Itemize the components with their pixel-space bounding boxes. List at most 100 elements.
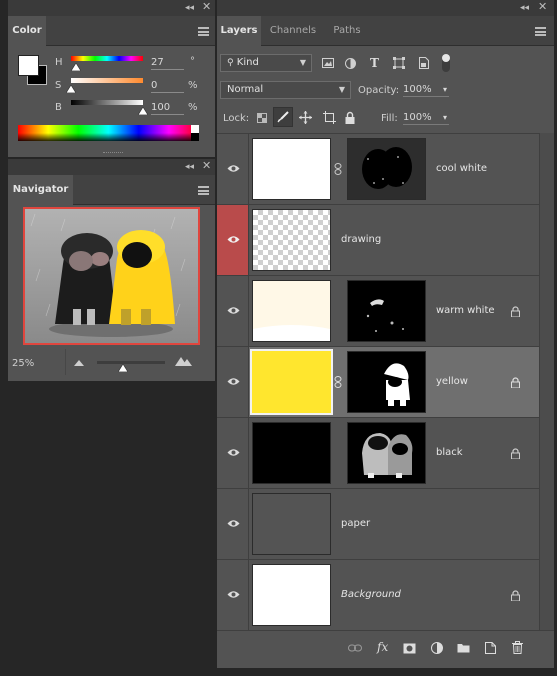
new-layer-icon[interactable] bbox=[485, 642, 496, 654]
color-spectrum-bar[interactable] bbox=[18, 125, 199, 141]
s-value-field[interactable]: 0 bbox=[151, 80, 184, 93]
visibility-toggle[interactable] bbox=[217, 205, 249, 275]
layer-thumbnail[interactable] bbox=[250, 349, 333, 415]
layer-row[interactable]: paper bbox=[217, 489, 539, 560]
layer-mask-thumbnail[interactable] bbox=[347, 351, 426, 413]
saturation-slider[interactable] bbox=[71, 78, 143, 83]
collapse-icon[interactable]: ◂◂ bbox=[520, 3, 529, 13]
visibility-toggle[interactable] bbox=[217, 134, 249, 204]
blend-mode-dropdown[interactable]: Normal ▼ bbox=[220, 81, 351, 99]
spectrum-white-swatch[interactable] bbox=[191, 125, 199, 133]
folder-icon[interactable] bbox=[457, 643, 470, 653]
hue-slider[interactable] bbox=[71, 56, 143, 61]
layer-row[interactable]: drawing bbox=[217, 205, 539, 276]
layer-name[interactable]: warm white bbox=[436, 305, 495, 316]
visibility-toggle[interactable] bbox=[217, 560, 249, 630]
layer-mask-thumbnail[interactable] bbox=[347, 138, 426, 200]
smart-object-filter-icon[interactable] bbox=[419, 57, 429, 69]
brightness-slider-handle[interactable] bbox=[138, 107, 148, 115]
eye-icon[interactable] bbox=[227, 306, 240, 315]
layer-name[interactable]: paper bbox=[341, 518, 370, 529]
foreground-color-swatch[interactable] bbox=[18, 55, 39, 76]
tab-paths[interactable]: Paths bbox=[325, 16, 369, 46]
layer-name[interactable]: Background bbox=[341, 589, 401, 600]
panel-menu-icon[interactable] bbox=[535, 27, 546, 36]
eye-icon[interactable] bbox=[227, 519, 240, 528]
layer-name[interactable]: black bbox=[436, 447, 463, 458]
panel-menu-icon[interactable] bbox=[198, 27, 209, 36]
panel-grip[interactable] bbox=[103, 152, 123, 155]
collapse-icon[interactable]: ◂◂ bbox=[185, 162, 194, 172]
zoom-slider-handle[interactable] bbox=[117, 364, 128, 372]
collapse-icon[interactable]: ◂◂ bbox=[185, 3, 194, 13]
link-icon[interactable] bbox=[334, 376, 342, 388]
tab-channels[interactable]: Channels bbox=[263, 16, 323, 46]
layer-filter-dropdown[interactable]: ⚲ Kind ▼ bbox=[220, 54, 312, 72]
layer-row[interactable]: black bbox=[217, 418, 539, 489]
lock-all-icon[interactable] bbox=[345, 111, 355, 124]
eye-icon[interactable] bbox=[227, 235, 240, 244]
adjustment-filter-icon[interactable] bbox=[345, 58, 356, 69]
close-icon[interactable]: ✕ bbox=[538, 1, 547, 12]
tab-color[interactable]: Color bbox=[8, 16, 46, 46]
eye-icon[interactable] bbox=[227, 164, 240, 173]
layer-row-selected[interactable]: yellow bbox=[217, 347, 539, 418]
eye-icon[interactable] bbox=[227, 377, 240, 386]
fill-field[interactable]: 100% ▾ bbox=[403, 112, 449, 125]
fx-icon[interactable]: fx bbox=[377, 640, 388, 654]
visibility-toggle[interactable] bbox=[217, 418, 249, 488]
spectrum-black-swatch[interactable] bbox=[191, 133, 199, 141]
saturation-slider-handle[interactable] bbox=[66, 85, 76, 93]
eye-icon[interactable] bbox=[227, 590, 240, 599]
mask-icon[interactable] bbox=[403, 643, 416, 654]
tab-navigator[interactable]: Navigator bbox=[8, 175, 73, 205]
link-icon[interactable] bbox=[348, 644, 362, 652]
layer-name[interactable]: yellow bbox=[436, 376, 468, 387]
chevron-down-icon[interactable]: ▾ bbox=[443, 84, 447, 96]
navigator-preview[interactable] bbox=[23, 207, 200, 345]
shape-filter-icon[interactable] bbox=[393, 57, 405, 69]
close-icon[interactable]: ✕ bbox=[202, 1, 211, 12]
lock-position-icon[interactable] bbox=[299, 111, 312, 124]
layer-thumbnail[interactable] bbox=[252, 138, 331, 200]
brightness-slider[interactable] bbox=[71, 100, 143, 105]
visibility-toggle[interactable] bbox=[217, 489, 249, 559]
chevron-down-icon[interactable]: ▾ bbox=[443, 112, 447, 124]
layer-thumbnail[interactable] bbox=[252, 564, 331, 626]
zoom-slider-track[interactable] bbox=[97, 361, 165, 364]
image-filter-icon[interactable] bbox=[322, 58, 334, 68]
visibility-toggle[interactable] bbox=[217, 276, 249, 346]
layer-thumbnail[interactable] bbox=[252, 209, 331, 271]
layer-thumbnail[interactable] bbox=[252, 493, 331, 555]
layer-name[interactable]: drawing bbox=[341, 234, 381, 245]
layer-mask-thumbnail[interactable] bbox=[347, 422, 426, 484]
lock-artboard-icon[interactable] bbox=[323, 111, 336, 124]
link-icon[interactable] bbox=[334, 163, 342, 175]
filter-toggle[interactable] bbox=[442, 54, 450, 72]
zoom-level-field[interactable]: 25% bbox=[12, 358, 34, 369]
layer-thumbnail[interactable] bbox=[252, 280, 331, 342]
zoom-out-icon[interactable] bbox=[74, 360, 84, 366]
eye-icon[interactable] bbox=[227, 448, 240, 457]
layer-row[interactable]: cool white bbox=[217, 134, 539, 205]
layer-row[interactable]: Background bbox=[217, 560, 539, 630]
layer-thumbnail[interactable] bbox=[252, 422, 331, 484]
adjustment-icon[interactable] bbox=[431, 642, 443, 654]
layer-row[interactable]: warm white bbox=[217, 276, 539, 347]
close-icon[interactable]: ✕ bbox=[202, 160, 211, 171]
lock-image-pixels-button[interactable] bbox=[273, 107, 293, 127]
b-value-field[interactable]: 100 bbox=[151, 102, 184, 115]
layer-name[interactable]: cool white bbox=[436, 163, 487, 174]
type-filter-icon[interactable]: T bbox=[370, 56, 379, 70]
zoom-in-icon[interactable] bbox=[175, 357, 192, 366]
visibility-toggle[interactable] bbox=[217, 347, 249, 417]
h-value-field[interactable]: 27 bbox=[151, 57, 184, 70]
trash-icon[interactable] bbox=[512, 641, 523, 654]
panel-menu-icon[interactable] bbox=[198, 186, 209, 195]
opacity-field[interactable]: 100% ▾ bbox=[403, 84, 449, 97]
layer-mask-thumbnail[interactable] bbox=[347, 280, 426, 342]
layers-scrollbar[interactable] bbox=[539, 133, 554, 630]
hue-slider-handle[interactable] bbox=[71, 63, 82, 71]
tab-layers[interactable]: Layers bbox=[217, 16, 261, 46]
lock-transparent-pixels-icon[interactable] bbox=[257, 113, 267, 123]
